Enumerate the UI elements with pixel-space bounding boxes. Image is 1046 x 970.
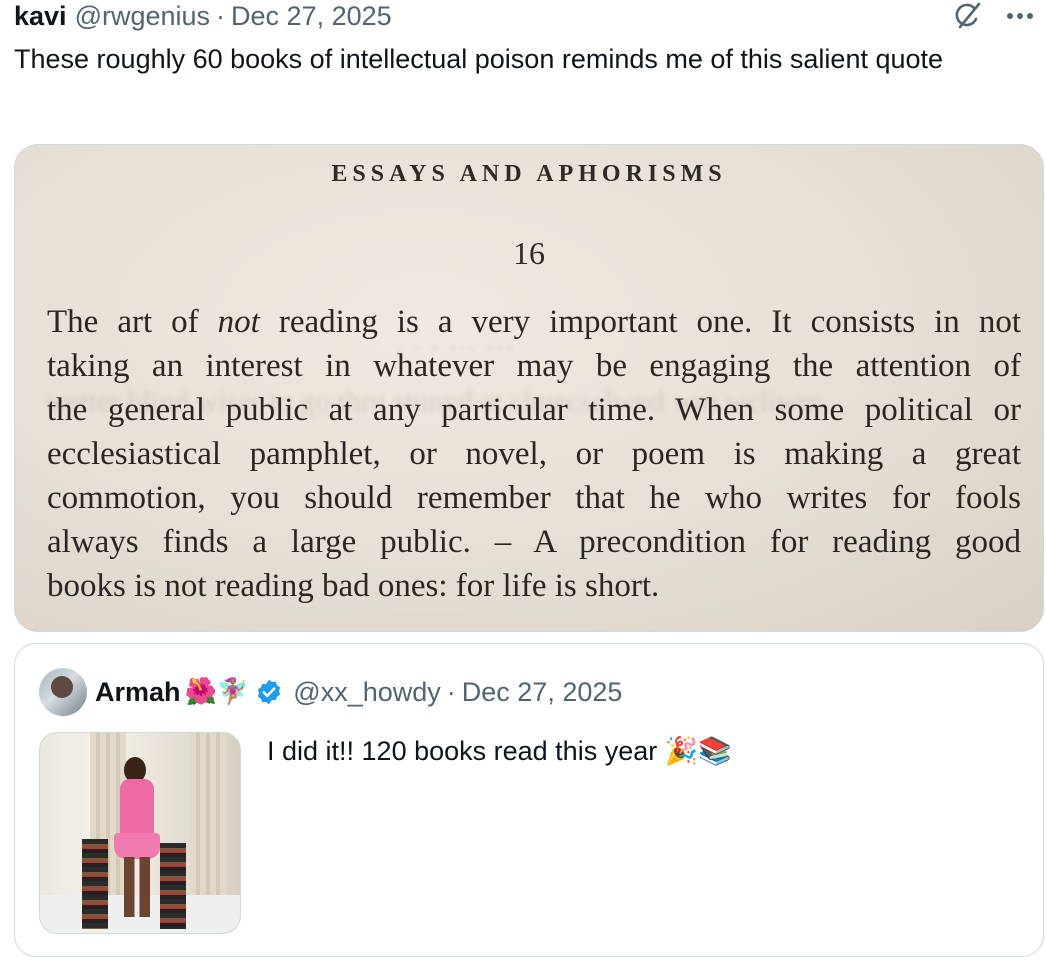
name-emojis: 🌺🧚🏽‍♀️ xyxy=(184,677,250,707)
quote-line: ecclesiastical pamphlet, or novel, or po… xyxy=(47,436,1021,472)
page-header: ESSAYS AND APHORISMS xyxy=(331,161,727,187)
quoted-post-date[interactable]: Dec 27, 2025 xyxy=(462,677,623,708)
quote-line: the general public at any particular tim… xyxy=(47,392,1021,428)
avatar[interactable] xyxy=(39,668,87,716)
quote-line: The art of not reading is a very importa… xyxy=(47,304,1021,340)
quote-line: taking an interest in whatever may be en… xyxy=(47,348,1021,384)
quoted-tweet-card[interactable]: Armah 🌺🧚🏽‍♀️ @xx_howdy · Dec 27, 2025 I … xyxy=(14,643,1044,957)
separator: · xyxy=(446,676,456,707)
quoted-author-name[interactable]: Armah xyxy=(95,677,181,708)
tweet-text: These roughly 60 books of intellectual p… xyxy=(14,44,944,74)
quote-line: commotion, you should remember that he w… xyxy=(47,480,1021,516)
quote-line: always finds a large public. – A precond… xyxy=(47,524,1021,560)
quoted-author-handle[interactable]: @xx_howdy xyxy=(293,677,440,708)
author-handle[interactable]: @rwgenius xyxy=(75,1,210,32)
quoted-tweet-header: Armah 🌺🧚🏽‍♀️ @xx_howdy · Dec 27, 2025 xyxy=(39,668,622,716)
quoted-tweet-photo[interactable] xyxy=(39,732,241,934)
separator: · xyxy=(216,0,226,31)
tweet-header: kavi @rwgenius · Dec 27, 2025 xyxy=(14,0,1034,32)
author-name[interactable]: kavi xyxy=(14,1,67,32)
quote-line: books is not reading bad ones: for life … xyxy=(47,568,660,604)
verified-badge-icon xyxy=(255,678,283,706)
header-actions xyxy=(952,0,1034,32)
quote-paragraph: The art of not reading is a very importa… xyxy=(47,300,1021,608)
page-number: 16 xyxy=(513,235,545,271)
tweet-photo[interactable]: · · · ··· ··· wetter blind wiser to go t… xyxy=(14,144,1044,632)
quoted-tweet-text: I did it!! 120 books read this year 🎉📚 xyxy=(267,736,732,766)
more-icon[interactable] xyxy=(1006,11,1034,21)
post-date[interactable]: Dec 27, 2025 xyxy=(231,1,392,32)
grok-icon[interactable] xyxy=(952,0,984,32)
